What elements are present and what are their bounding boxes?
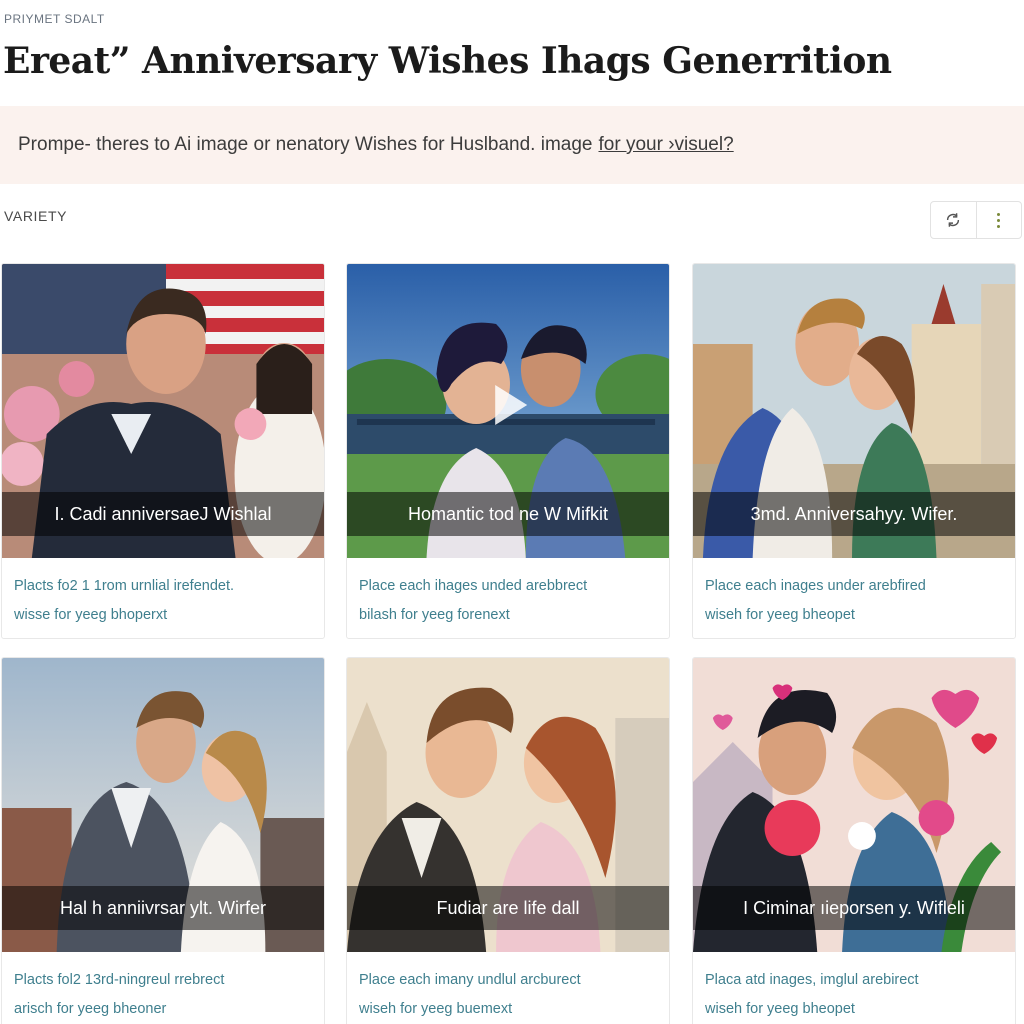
image-card-6[interactable]: I Ciminar ıieporsen y. Wifleli Placa atd… — [692, 657, 1016, 1024]
card-caption: Homantic tod ne W Mifkit — [347, 492, 669, 536]
card-caption: Fudiar are life dall — [347, 886, 669, 930]
card-thumbnail[interactable]: Fudiar are life dall — [347, 658, 669, 952]
eyebrow-label: PRIYMET SDALT — [4, 12, 105, 26]
desc-line-2: wiseh for yeeg buemext — [359, 1001, 513, 1017]
image-card-4[interactable]: Hal h anniivrsar ylt. Wirfer Placts fol2… — [1, 657, 325, 1024]
card-thumbnail[interactable]: 3md. Anniversahyy. Wifer. — [693, 264, 1015, 558]
prompt-text: Prompe- theres to Ai image or nenatory W… — [18, 134, 593, 155]
card-caption: I. Cadi anniversaeJ Wishlal — [2, 492, 324, 536]
desc-line-1: Place each imany undlul arcburect — [359, 972, 581, 988]
refresh-button[interactable] — [931, 202, 976, 238]
desc-line-2: arisch for yeeg bheoner — [14, 1001, 167, 1017]
prompt-link[interactable]: for your ›visuel? — [599, 134, 734, 156]
desc-line-1: Placts fol2 13rd-ningreul rrebrect — [14, 972, 225, 988]
card-description: Place each imany undlul arcburect wiseh … — [347, 952, 669, 1024]
image-card-3[interactable]: 3md. Anniversahyy. Wifer. Place each ina… — [692, 263, 1016, 639]
desc-line-2: wisse for yeeg bhoperxt — [14, 607, 168, 623]
card-description: Placts fol2 13rd-ningreul rrebrect arisc… — [2, 952, 324, 1024]
card-description: Place each inages under arebfired wiseh … — [693, 558, 1015, 630]
page-title: Ereat” Anniversary Wishes Ihags Generrit… — [3, 40, 892, 82]
image-card-5[interactable]: Fudiar are life dall Place each imany un… — [346, 657, 670, 1024]
desc-line-1: Place each ihages unded arebbrect — [359, 578, 588, 594]
more-button[interactable] — [975, 202, 1022, 238]
play-icon[interactable] — [495, 385, 528, 426]
desc-line-1: Placts fo2 1 1rom urnlial irefendet. — [14, 578, 235, 594]
desc-line-1: Place each inages under arebfired — [705, 578, 926, 594]
card-thumbnail[interactable]: I. Cadi anniversaeJ Wishlal — [2, 264, 324, 558]
refresh-icon — [947, 213, 960, 227]
card-description: Placts fo2 1 1rom urnlial irefendet. wis… — [2, 558, 324, 630]
prompt-bar[interactable]: Prompe- theres to Ai image or nenatory W… — [0, 106, 1024, 184]
desc-line-2: bilash for yeeg forenext — [359, 607, 510, 623]
card-caption: I Ciminar ıieporsen y. Wifleli — [693, 886, 1015, 930]
image-card-1[interactable]: I. Cadi anniversaeJ Wishlal Placts fo2 1… — [1, 263, 325, 639]
desc-line-2: wiseh for yeeg bheopet — [705, 1001, 855, 1017]
card-thumbnail[interactable]: Homantic tod ne W Mifkit — [347, 264, 669, 558]
desc-line-2: wiseh for yeeg bheopet — [705, 607, 855, 623]
card-description: Place each ihages unded arebbrect bilash… — [347, 558, 669, 630]
section-label: VARIETY — [4, 208, 68, 224]
desc-line-1: Placa atd inages, imglul arebirect — [705, 972, 919, 988]
card-thumbnail[interactable]: Hal h anniivrsar ylt. Wirfer — [2, 658, 324, 952]
card-caption: Hal h anniivrsar ylt. Wirfer — [2, 886, 324, 930]
more-vertical-icon — [997, 212, 1001, 228]
toolbar — [930, 201, 1022, 239]
card-description: Placa atd inages, imglul arebirect wiseh… — [693, 952, 1015, 1024]
image-card-2[interactable]: Homantic tod ne W Mifkit Place each ihag… — [346, 263, 670, 639]
card-caption: 3md. Anniversahyy. Wifer. — [693, 492, 1015, 536]
card-thumbnail[interactable]: I Ciminar ıieporsen y. Wifleli — [693, 658, 1015, 952]
